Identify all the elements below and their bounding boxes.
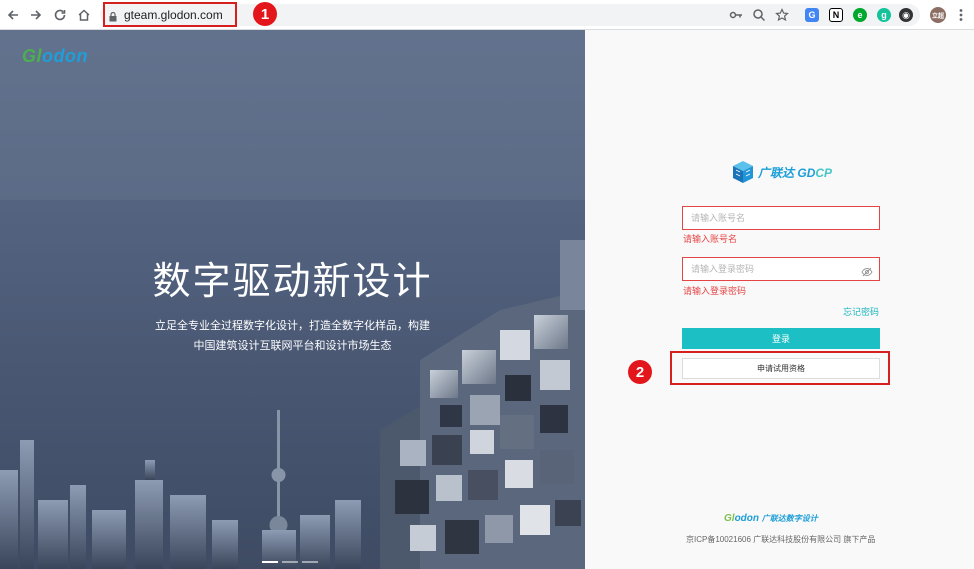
notion-extension-icon[interactable]: N bbox=[829, 8, 843, 22]
key-icon[interactable] bbox=[727, 6, 745, 24]
hero-subtitle-line-2: 中国建筑设计互联网平台和设计市场生态 bbox=[193, 340, 392, 352]
profile-avatar[interactable]: 立超 bbox=[930, 7, 946, 23]
carousel-dot-1[interactable] bbox=[262, 561, 278, 563]
home-icon[interactable] bbox=[75, 6, 93, 24]
menu-more-icon[interactable] bbox=[952, 6, 970, 24]
footer-glodon-logo: Glodon 广联达数字设计 bbox=[724, 513, 818, 524]
translate-extension-icon[interactable]: G bbox=[805, 8, 819, 22]
login-panel bbox=[585, 30, 974, 569]
bookmark-star-icon[interactable] bbox=[773, 6, 791, 24]
password-error: 请输入登录密码 bbox=[683, 286, 747, 296]
forgot-password-link[interactable]: 忘记密码 bbox=[843, 305, 879, 318]
gdcp-brand-name: 广联达 GDCP bbox=[758, 165, 833, 180]
evernote-extension-icon[interactable]: e bbox=[853, 8, 867, 22]
url-highlight-box bbox=[103, 2, 237, 27]
hero-title: 数字驱动新设计 bbox=[152, 261, 433, 303]
zoom-icon[interactable] bbox=[750, 6, 768, 24]
username-field[interactable] bbox=[682, 206, 880, 230]
forward-icon[interactable] bbox=[27, 6, 45, 24]
username-input[interactable] bbox=[683, 207, 879, 229]
icp-footer-text: 京ICP备10021606 广联达科技股份有限公司 旗下产品 bbox=[686, 535, 876, 544]
carousel-indicators bbox=[262, 561, 318, 563]
callout-1: 1 bbox=[253, 2, 277, 26]
login-button[interactable]: 登录 bbox=[682, 328, 880, 349]
carousel-dot-3[interactable] bbox=[302, 561, 318, 563]
gdcp-cube-icon bbox=[733, 161, 753, 183]
reload-icon[interactable] bbox=[51, 6, 69, 24]
callout-2: 2 bbox=[628, 360, 652, 384]
username-error: 请输入账号名 bbox=[683, 234, 738, 244]
back-icon[interactable] bbox=[4, 6, 22, 24]
gdcp-brand: 广联达 GDCP bbox=[732, 160, 832, 184]
grammarly-extension-icon[interactable]: g bbox=[877, 8, 891, 22]
eye-hidden-icon[interactable] bbox=[861, 264, 873, 282]
glodon-logo: Glodon bbox=[22, 46, 88, 66]
incognito-extension-icon[interactable]: ◉ bbox=[899, 8, 913, 22]
carousel-dot-2[interactable] bbox=[282, 561, 298, 563]
password-input[interactable] bbox=[683, 258, 879, 280]
hero-subtitle: 立足全专业全过程数字化设计，打造全数字化样品，构建 中国建筑设计互联网平台和设计… bbox=[0, 316, 585, 356]
hero-subtitle-line-1: 立足全专业全过程数字化设计，打造全数字化样品，构建 bbox=[155, 320, 430, 332]
browser-toolbar: gteam.glodon.com 1 G N e g ◉ 立超 bbox=[0, 0, 974, 30]
hero-banner: Glodon 数字驱动新设计 立足全专业全过程数字化设计，打造全数字化样品，构建… bbox=[0, 30, 585, 569]
password-field[interactable] bbox=[682, 257, 880, 281]
apply-highlight-box bbox=[670, 351, 890, 385]
